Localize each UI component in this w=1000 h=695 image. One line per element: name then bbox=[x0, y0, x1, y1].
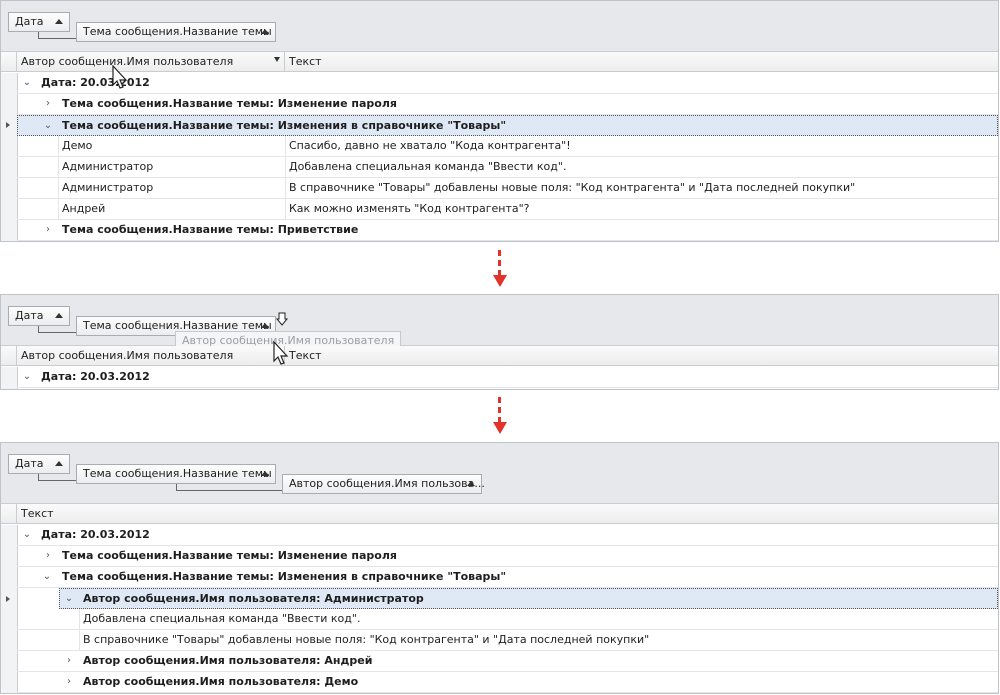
table-row[interactable]: Добавлена специальная команда "Ввести ко… bbox=[17, 609, 998, 630]
chevron-down-icon[interactable]: ⌄ bbox=[22, 367, 32, 387]
group-row-author[interactable]: › Автор сообщения.Имя пользователя: Демо bbox=[17, 672, 998, 693]
sort-asc-icon bbox=[55, 19, 63, 24]
step-arrow-icon bbox=[493, 250, 507, 290]
grid-panel-dragging: Дата Тема сообщения.Название темы Автор … bbox=[0, 294, 999, 390]
column-header-indicator bbox=[1, 346, 17, 365]
group-button-date[interactable]: Дата bbox=[8, 454, 70, 474]
chevron-right-icon[interactable]: › bbox=[43, 94, 53, 114]
group-row-date[interactable]: ⌄ Дата: 20.03.2012 bbox=[17, 525, 998, 546]
column-header-indicator bbox=[1, 504, 17, 523]
group-button-label: Дата bbox=[15, 309, 44, 322]
column-header-author[interactable]: Автор сообщения.Имя пользователя bbox=[17, 346, 285, 365]
group-button-date[interactable]: Дата bbox=[8, 306, 70, 326]
table-row[interactable]: Администратор В справочнике "Товары" доб… bbox=[17, 178, 998, 199]
group-button-label: Тема сообщения.Название темы bbox=[83, 467, 272, 480]
group-row-topic[interactable]: › Тема сообщения.Название темы: Изменени… bbox=[17, 94, 998, 115]
row-indicator-column bbox=[1, 367, 18, 389]
current-row-indicator-icon bbox=[6, 122, 10, 128]
column-header-indicator bbox=[1, 52, 17, 71]
group-button-topic[interactable]: Тема сообщения.Название темы bbox=[76, 464, 276, 484]
column-header-author[interactable]: Автор сообщения.Имя пользователя bbox=[17, 52, 285, 71]
chevron-down-icon[interactable]: ⌄ bbox=[22, 525, 32, 545]
group-button-label: Дата bbox=[15, 457, 44, 470]
sort-asc-icon bbox=[261, 323, 269, 328]
group-button-label: Тема сообщения.Название темы bbox=[83, 25, 272, 38]
group-row-date[interactable]: ⌄ Дата: 20.03.2012 bbox=[17, 367, 998, 388]
chevron-right-icon[interactable]: › bbox=[43, 546, 53, 566]
chevron-down-icon[interactable]: ⌄ bbox=[42, 567, 52, 587]
column-header-row: Текст bbox=[1, 504, 998, 524]
group-button-topic[interactable]: Тема сообщения.Название темы bbox=[76, 22, 276, 42]
chevron-right-icon[interactable]: › bbox=[64, 672, 74, 692]
step-arrow-icon bbox=[493, 397, 507, 437]
group-button-label: Дата bbox=[15, 15, 44, 28]
chevron-right-icon[interactable]: › bbox=[64, 651, 74, 671]
grid-panel-before: Дата Тема сообщения.Название темы Автор … bbox=[0, 0, 999, 242]
mouse-cursor-icon bbox=[273, 341, 289, 365]
group-button-date[interactable]: Дата bbox=[8, 12, 70, 32]
group-row-topic[interactable]: › Тема сообщения.Название темы: Изменени… bbox=[17, 546, 998, 567]
group-row-topic-selected[interactable]: ⌄ Тема сообщения.Название темы: Изменени… bbox=[17, 115, 998, 136]
sort-asc-icon bbox=[55, 313, 63, 318]
group-panel: Дата Тема сообщения.Название темы Автор … bbox=[1, 295, 998, 349]
grid-panel-after: Дата Тема сообщения.Название темы Автор … bbox=[0, 442, 999, 694]
table-row[interactable]: Демо Спасибо, давно не хватало "Кода кон… bbox=[17, 136, 998, 157]
group-panel: Дата Тема сообщения.Название темы Автор … bbox=[1, 443, 998, 504]
group-connector bbox=[38, 326, 77, 333]
group-row-topic[interactable]: ⌄ Тема сообщения.Название темы: Изменени… bbox=[17, 567, 998, 588]
chevron-down-icon[interactable]: ⌄ bbox=[43, 116, 53, 136]
column-header-row: Автор сообщения.Имя пользователя Текст bbox=[1, 346, 998, 366]
column-header-row: Автор сообщения.Имя пользователя Текст bbox=[1, 52, 998, 72]
group-connector bbox=[38, 474, 77, 481]
group-button-label: Автор сообщения.Имя пользова... bbox=[289, 477, 485, 490]
sort-asc-icon bbox=[55, 461, 63, 466]
mouse-cursor-icon bbox=[112, 65, 128, 89]
table-row[interactable]: Администратор Добавлена специальная кома… bbox=[17, 157, 998, 178]
group-panel: Дата Тема сообщения.Название темы bbox=[1, 1, 998, 52]
chevron-right-icon[interactable]: › bbox=[43, 220, 53, 240]
group-row-author[interactable]: › Автор сообщения.Имя пользователя: Андр… bbox=[17, 651, 998, 672]
row-indicator-column bbox=[1, 73, 18, 241]
column-header-text[interactable]: Текст bbox=[285, 346, 998, 365]
table-row[interactable]: Андрей Как можно изменять "Код контраген… bbox=[17, 199, 998, 220]
group-connector bbox=[38, 32, 77, 39]
current-row-indicator-icon bbox=[6, 596, 10, 602]
sort-asc-icon bbox=[467, 481, 475, 486]
sort-asc-icon bbox=[261, 471, 269, 476]
group-row-date[interactable]: ⌄ Дата: 20.03.2012 bbox=[17, 73, 998, 94]
row-indicator-column bbox=[1, 525, 18, 693]
group-row-topic[interactable]: › Тема сообщения.Название темы: Приветст… bbox=[17, 220, 998, 241]
group-button-author[interactable]: Автор сообщения.Имя пользова... bbox=[282, 474, 485, 494]
sort-asc-icon bbox=[261, 29, 269, 34]
column-header-text[interactable]: Текст bbox=[285, 52, 998, 71]
drop-target-arrow-icon bbox=[276, 312, 288, 326]
table-row[interactable]: В справочнике "Товары" добавлены новые п… bbox=[17, 630, 998, 651]
filter-icon[interactable] bbox=[274, 57, 280, 62]
chevron-down-icon[interactable]: ⌄ bbox=[22, 73, 32, 93]
chevron-down-icon[interactable]: ⌄ bbox=[64, 589, 74, 609]
group-row-author-selected[interactable]: ⌄ Автор сообщения.Имя пользователя: Адми… bbox=[59, 588, 998, 609]
group-connector bbox=[176, 484, 283, 491]
column-header-text[interactable]: Текст bbox=[17, 504, 998, 523]
